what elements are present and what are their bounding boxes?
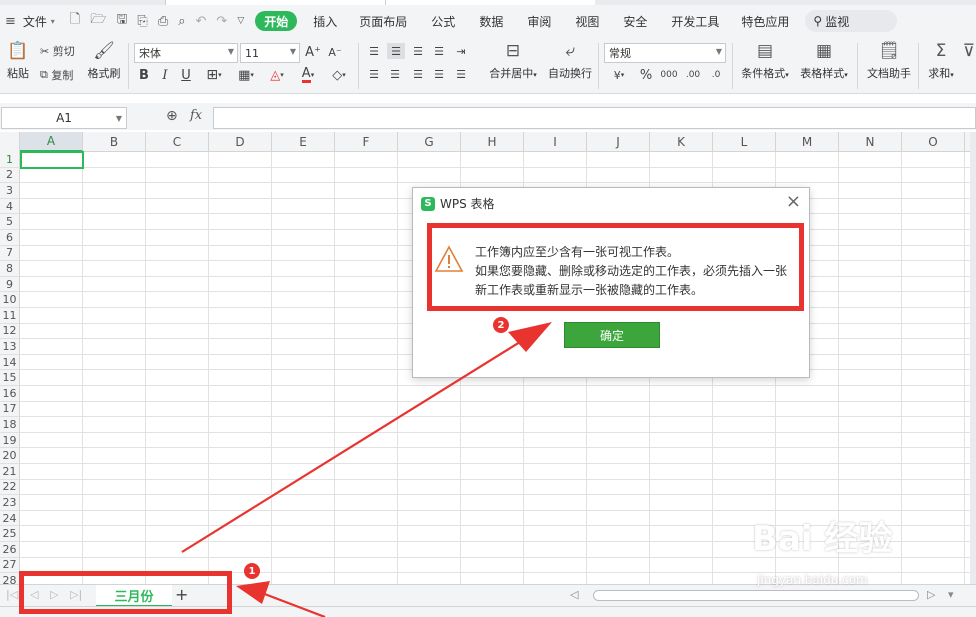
annotation-arrowhead <box>236 581 270 604</box>
baidu-watermark-logo: Bai 经验 <box>752 519 893 559</box>
baidu-watermark-url: jingyan.baidu.com <box>757 573 868 587</box>
annotation-arrowhead <box>508 322 552 352</box>
annotation-arrow-line <box>261 591 326 617</box>
annotation-arrow-line <box>181 336 529 553</box>
